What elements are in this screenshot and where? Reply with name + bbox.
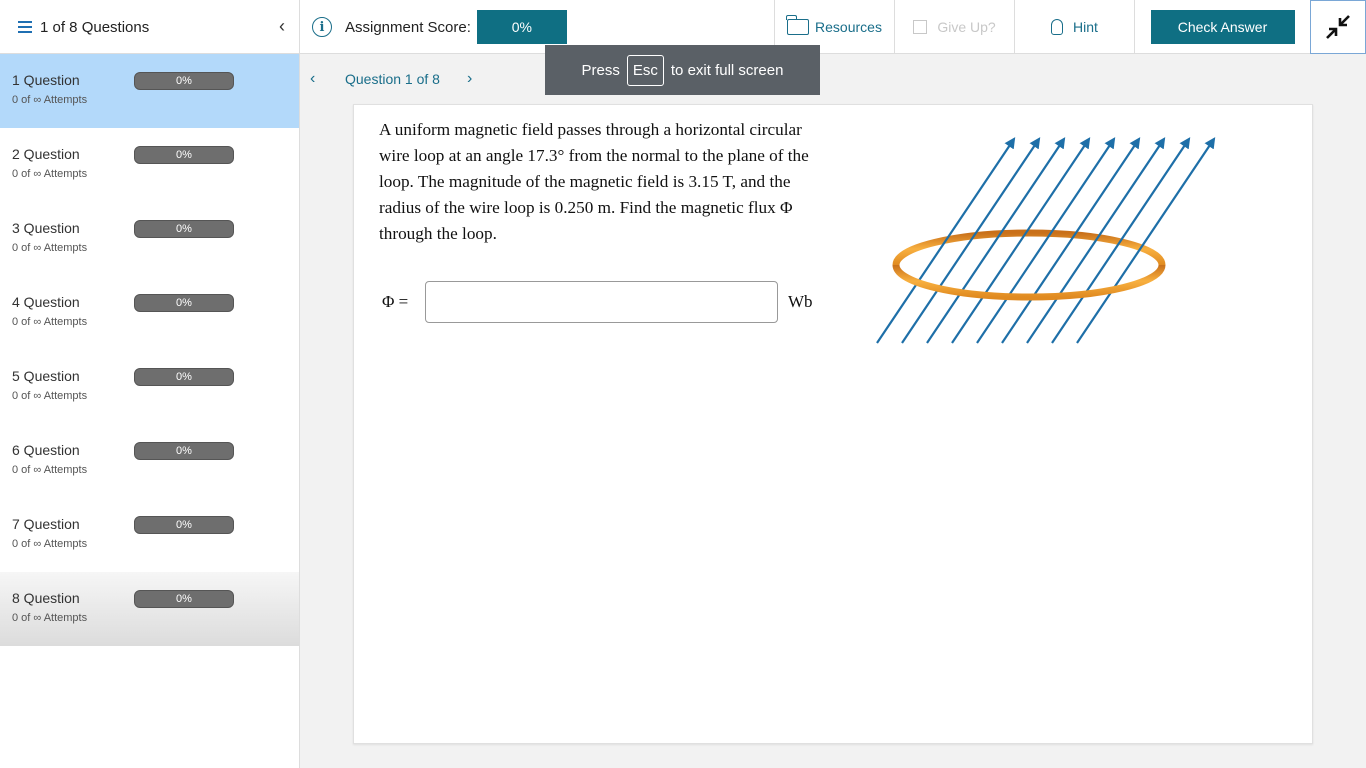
sidebar-item-question-2[interactable]: 2 Question 0 of ∞ Attempts 0% [0, 128, 299, 202]
question-score-badge: 0% [134, 294, 234, 312]
sidebar-item-question-3[interactable]: 3 Question 0 of ∞ Attempts 0% [0, 202, 299, 276]
question-attempts: 0 of ∞ Attempts [12, 316, 88, 328]
hint-button[interactable]: Hint [1014, 0, 1134, 54]
resources-label: Resources [815, 19, 882, 35]
sidebar-item-question-8[interactable]: 8 Question 0 of ∞ Attempts 0% [0, 572, 299, 646]
exit-fullscreen-button[interactable] [1310, 0, 1366, 54]
give-up-button[interactable]: Give Up? [894, 0, 1014, 54]
folder-icon [786, 15, 810, 35]
question-score-badge: 0% [134, 590, 234, 608]
question-attempts: 0 of ∞ Attempts [12, 390, 88, 402]
assignment-score: i Assignment Score: 0% [312, 10, 567, 44]
fullscreen-toast: Press Esc to exit full screen [545, 45, 820, 95]
answer-unit: Wb [788, 292, 813, 311]
question-score-badge: 0% [134, 368, 234, 386]
score-value: 0% [476, 10, 567, 44]
sidebar-item-question-4[interactable]: 4 Question 0 of ∞ Attempts 0% [0, 276, 299, 350]
info-icon[interactable]: i [312, 17, 332, 37]
question-score-badge: 0% [134, 442, 234, 460]
question-score-badge: 0% [134, 72, 234, 90]
previous-question-chevron-icon[interactable]: ‹ [310, 70, 345, 88]
question-label: Question 1 of 8 [345, 71, 440, 87]
question-sidebar: 1 Question 0 of ∞ Attempts 0% 2 Question… [0, 54, 300, 768]
question-attempts: 0 of ∞ Attempts [12, 538, 88, 550]
question-count-label: 1 of 8 Questions [40, 18, 150, 36]
answer-symbol: Φ = [382, 292, 409, 311]
sidebar-item-question-1[interactable]: 1 Question 0 of ∞ Attempts 0% [0, 54, 299, 128]
toast-suffix: to exit full screen [670, 61, 784, 79]
sidebar-item-question-7[interactable]: 7 Question 0 of ∞ Attempts 0% [0, 498, 299, 572]
question-attempts: 0 of ∞ Attempts [12, 612, 88, 624]
question-attempts: 0 of ∞ Attempts [12, 464, 88, 476]
collapse-sidebar-chevron-icon[interactable]: ‹ [279, 16, 285, 37]
sidebar-item-question-6[interactable]: 6 Question 0 of ∞ Attempts 0% [0, 424, 299, 498]
question-score-badge: 0% [134, 516, 234, 534]
question-text: A uniform magnetic field passes through … [379, 120, 809, 243]
question-count-toggle[interactable]: 1 of 8 Questions ‹ [0, 0, 300, 54]
list-icon [18, 21, 32, 33]
answer-row: Φ = Wb [382, 281, 813, 323]
lightbulb-icon [1051, 19, 1064, 35]
exit-fullscreen-icon [1326, 15, 1350, 39]
score-label: Assignment Score: [345, 18, 471, 36]
question-attempts: 0 of ∞ Attempts [12, 168, 88, 180]
sidebar-item-question-5[interactable]: 5 Question 0 of ∞ Attempts 0% [0, 350, 299, 424]
esc-key: Esc [626, 54, 664, 86]
check-answer-area: Check Answer [1134, 0, 1310, 54]
question-score-badge: 0% [134, 220, 234, 238]
question-attempts: 0 of ∞ Attempts [12, 242, 88, 254]
give-up-label: Give Up? [937, 19, 996, 35]
magnetic-field-loop-figure [876, 137, 1216, 344]
flux-answer-input[interactable] [425, 281, 778, 323]
question-card: A uniform magnetic field passes through … [353, 104, 1313, 744]
question-attempts: 0 of ∞ Attempts [12, 94, 88, 106]
next-question-chevron-icon[interactable]: › [467, 70, 472, 88]
give-up-icon [913, 20, 928, 34]
check-answer-button[interactable]: Check Answer [1150, 10, 1295, 44]
question-score-badge: 0% [134, 146, 234, 164]
hint-label: Hint [1073, 19, 1098, 35]
toast-prefix: Press [581, 61, 620, 79]
